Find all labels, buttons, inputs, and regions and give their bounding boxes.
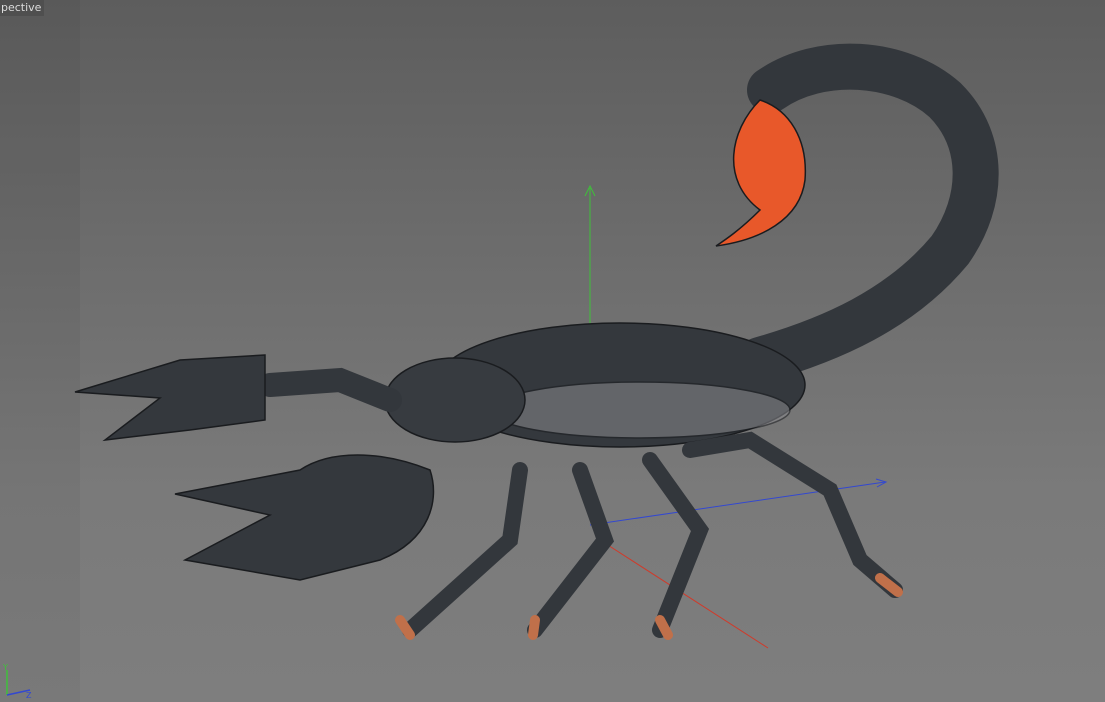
world-axis-indicator: Y Z: [2, 663, 32, 700]
stinger: [715, 99, 807, 247]
3d-viewport[interactable]: Y Z: [0, 0, 1105, 702]
scorpion-model[interactable]: [74, 43, 999, 640]
axis-z-label: Z: [26, 691, 32, 700]
axis-y-label: Y: [2, 663, 8, 672]
